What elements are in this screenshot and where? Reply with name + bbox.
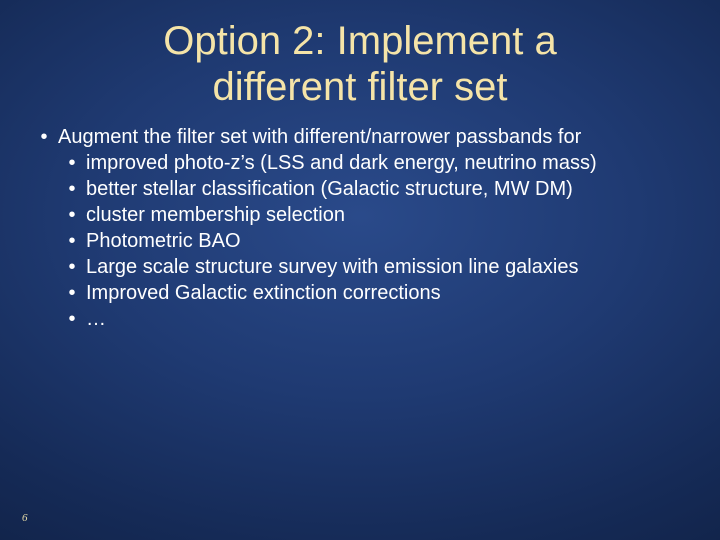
sub-bullet-text: Photometric BAO xyxy=(86,228,690,254)
sub-bullet-item: •improved photo-z’s (LSS and dark energy… xyxy=(58,150,690,176)
bullet-icon: • xyxy=(58,228,86,254)
bullet-item: • Augment the filter set with different/… xyxy=(30,124,690,150)
slide: Option 2: Implement a different filter s… xyxy=(0,0,720,540)
bullet-icon: • xyxy=(30,124,58,150)
bullet-text: Augment the filter set with different/na… xyxy=(58,124,690,150)
bullet-icon: • xyxy=(58,150,86,176)
slide-body: • Augment the filter set with different/… xyxy=(0,110,720,332)
sub-bullet-item: •Improved Galactic extinction correction… xyxy=(58,280,690,306)
sub-bullet-text: Large scale structure survey with emissi… xyxy=(86,254,690,280)
slide-title: Option 2: Implement a different filter s… xyxy=(0,0,720,110)
bullet-icon: • xyxy=(58,176,86,202)
sub-bullet-item: •better stellar classification (Galactic… xyxy=(58,176,690,202)
bullet-icon: • xyxy=(58,254,86,280)
sub-bullet-text: Improved Galactic extinction corrections xyxy=(86,280,690,306)
sub-bullet-item: •… xyxy=(58,306,690,332)
bullet-icon: • xyxy=(58,202,86,228)
sub-bullet-item: •cluster membership selection xyxy=(58,202,690,228)
sub-bullet-text: improved photo-z’s (LSS and dark energy,… xyxy=(86,150,690,176)
sub-bullet-text: … xyxy=(86,306,690,332)
bullet-icon: • xyxy=(58,280,86,306)
sub-bullet-list: •improved photo-z’s (LSS and dark energy… xyxy=(30,150,690,332)
bullet-icon: • xyxy=(58,306,86,332)
sub-bullet-item: •Photometric BAO xyxy=(58,228,690,254)
title-line-1: Option 2: Implement a xyxy=(163,19,557,63)
sub-bullet-item: •Large scale structure survey with emiss… xyxy=(58,254,690,280)
sub-bullet-text: cluster membership selection xyxy=(86,202,690,228)
title-line-2: different filter set xyxy=(213,65,508,109)
page-number: 6 xyxy=(22,512,28,524)
sub-bullet-text: better stellar classification (Galactic … xyxy=(86,176,690,202)
